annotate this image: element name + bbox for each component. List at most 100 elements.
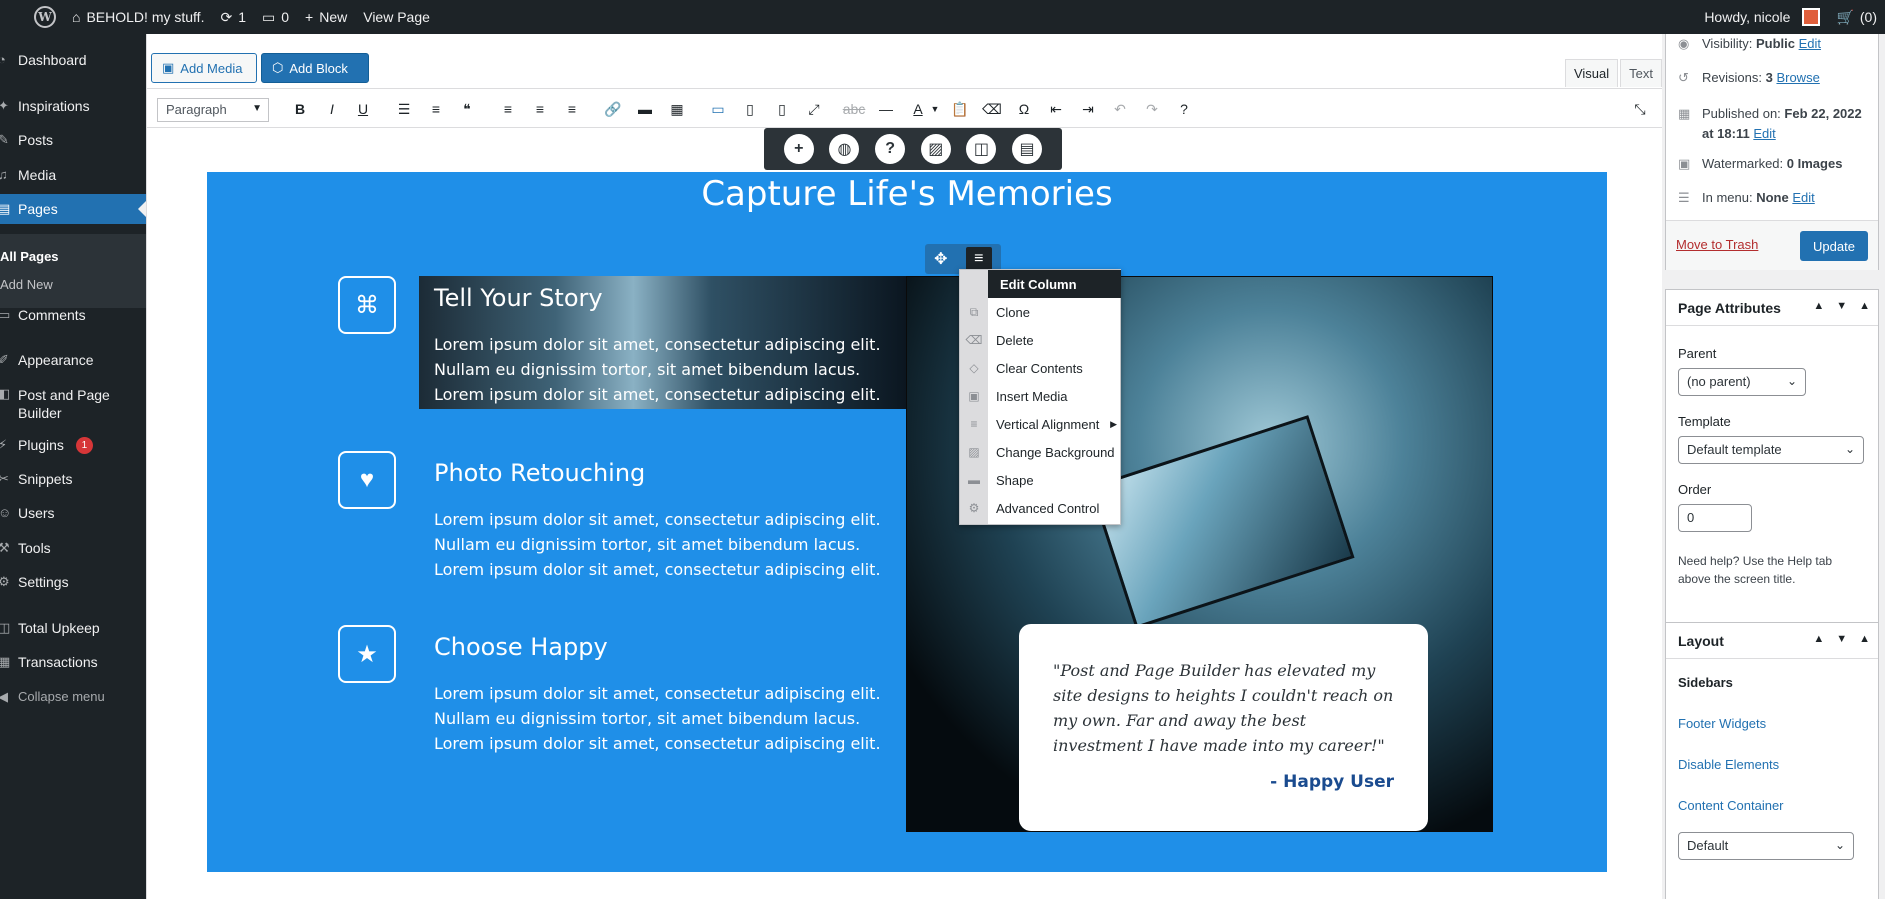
tablet-view-icon[interactable]: ▯ — [739, 98, 761, 120]
move-icon[interactable]: ✥ — [934, 249, 947, 269]
chevron-down-icon[interactable]: ▼ — [1836, 300, 1847, 312]
menu-item-shape[interactable]: Shape — [988, 466, 1121, 494]
paste-text-icon[interactable]: 📋 — [949, 98, 971, 120]
outdent-icon[interactable]: ⇤ — [1045, 98, 1067, 120]
special-character-icon[interactable]: Ω — [1013, 98, 1035, 120]
submenu-add-new[interactable]: Add New — [0, 270, 146, 298]
columns-icon[interactable]: ◫ — [966, 134, 997, 164]
section-title[interactable]: Capture Life's Memories — [207, 174, 1607, 214]
menu-media[interactable]: ♫ Media — [0, 167, 146, 183]
align-left-icon[interactable]: ≡ — [497, 98, 519, 120]
italic-icon[interactable]: I — [321, 98, 343, 120]
menu-item-vertical-alignment[interactable]: Vertical Alignment ▶ — [988, 410, 1121, 438]
align-center-icon[interactable]: ≡ — [529, 98, 551, 120]
testimonial-quote[interactable]: "Post and Page Builder has elevated my s… — [1053, 658, 1394, 758]
menu-tools[interactable]: ⚒ Tools — [0, 540, 146, 556]
clear-formatting-icon[interactable]: ⌫ — [981, 98, 1003, 120]
browse-revisions-link[interactable]: Browse — [1776, 70, 1819, 85]
view-page-link[interactable]: View Page — [355, 0, 438, 34]
add-block-button[interactable]: ⬡ Add Block — [261, 53, 369, 83]
toggle-panel-icon[interactable]: ▲ — [1859, 300, 1870, 312]
format-select[interactable]: Paragraph ▼ — [157, 98, 269, 122]
horizontal-line-icon[interactable]: — — [875, 98, 897, 120]
chevron-down-icon[interactable]: ▼ — [924, 98, 946, 120]
menu-item-clone[interactable]: Clone — [988, 298, 1121, 326]
align-right-icon[interactable]: ≡ — [561, 98, 583, 120]
blockquote-icon[interactable]: ❝ — [456, 98, 478, 120]
tab-text[interactable]: Text — [1620, 59, 1662, 87]
menu-item-insert-media[interactable]: Insert Media — [988, 382, 1121, 410]
menu-users[interactable]: ☺ Users — [0, 505, 146, 521]
comments-link[interactable]: ▭ 0 — [254, 0, 297, 34]
testimonial-author[interactable]: - Happy User — [1053, 772, 1394, 792]
distraction-free-icon[interactable]: ⤡ — [1629, 98, 1651, 120]
edit-date-link[interactable]: Edit — [1753, 126, 1775, 141]
feature-body[interactable]: Lorem ipsum dolor sit amet, consectetur … — [434, 332, 894, 407]
fullscreen-icon[interactable]: ⤢ — [803, 98, 825, 120]
question-icon[interactable]: ? — [875, 134, 906, 164]
menu-plugins[interactable]: ⚡ Plugins 1 — [0, 437, 146, 454]
image-icon[interactable]: ▨ — [920, 134, 951, 164]
help-icon[interactable]: ? — [1173, 98, 1195, 120]
collapse-menu-button[interactable]: ◀ Collapse menu — [0, 689, 146, 705]
update-button[interactable]: Update — [1800, 231, 1868, 261]
feature-title[interactable]: Photo Retouching — [434, 459, 645, 487]
menu-appearance[interactable]: ✐ Appearance — [0, 352, 146, 368]
template-select[interactable]: Default template ⌄ — [1678, 436, 1864, 464]
new-content-link[interactable]: + New — [297, 0, 355, 34]
page-attributes-header[interactable]: Page Attributes ▲ ▼ ▲ — [1666, 290, 1878, 326]
bold-icon[interactable]: B — [289, 98, 311, 120]
disable-elements-link[interactable]: Disable Elements — [1678, 757, 1779, 772]
feature-body[interactable]: Lorem ipsum dolor sit amet, consectetur … — [434, 507, 894, 582]
chevron-up-icon[interactable]: ▲ — [1813, 300, 1824, 312]
move-to-trash-link[interactable]: Move to Trash — [1676, 237, 1758, 252]
feature-title[interactable]: Tell Your Story — [434, 284, 603, 312]
menu-item-clear-contents[interactable]: Clear Contents — [988, 354, 1121, 382]
link-icon[interactable]: 🔗 — [602, 98, 624, 120]
cart-link[interactable]: 🛒 (0) — [1828, 0, 1885, 34]
chevron-down-icon[interactable]: ▼ — [1836, 633, 1847, 645]
edit-visibility-link[interactable]: Edit — [1799, 36, 1821, 51]
footer-widgets-link[interactable]: Footer Widgets — [1678, 716, 1766, 731]
phone-view-icon[interactable]: ▯ — [771, 98, 793, 120]
testimonial-card[interactable]: "Post and Page Builder has elevated my s… — [1019, 624, 1428, 831]
toggle-panel-icon[interactable]: ▲ — [1859, 633, 1870, 645]
feature-body[interactable]: Lorem ipsum dolor sit amet, consectetur … — [434, 681, 894, 756]
add-media-button[interactable]: ▣ Add Media — [151, 53, 257, 83]
content-section[interactable]: Capture Life's Memories ⌘ Tell Your Stor… — [207, 172, 1607, 872]
order-input[interactable]: 0 — [1678, 504, 1752, 532]
chevron-up-icon[interactable]: ▲ — [1813, 633, 1824, 645]
wp-logo-menu[interactable]: W — [0, 0, 64, 34]
globe-icon[interactable]: ◍ — [829, 134, 860, 164]
numbered-list-icon[interactable]: ≡ — [425, 98, 447, 120]
menu-transactions[interactable]: ▦ Transactions — [0, 654, 146, 670]
redo-icon[interactable]: ↷ — [1141, 98, 1163, 120]
plus-icon[interactable]: + — [783, 134, 814, 164]
site-name-link[interactable]: ⌂ BEHOLD! my stuff. — [64, 0, 212, 34]
menu-item-delete[interactable]: Delete — [988, 326, 1121, 354]
layout-header[interactable]: Layout ▲ ▼ ▲ — [1666, 623, 1878, 659]
menu-inspirations[interactable]: ✦ Inspirations — [0, 98, 146, 114]
feature-title[interactable]: Choose Happy — [434, 633, 608, 661]
container-select[interactable]: Default ⌄ — [1678, 832, 1854, 860]
menu-dashboard[interactable]: ◔ Dashboard — [0, 52, 146, 68]
tab-visual[interactable]: Visual — [1564, 59, 1619, 87]
underline-icon[interactable]: U — [352, 98, 374, 120]
edit-menu-link[interactable]: Edit — [1792, 190, 1814, 205]
menu-comments[interactable]: ▭ Comments — [0, 307, 146, 323]
menu-posts[interactable]: ✎ Posts — [0, 132, 146, 148]
menu-snippets[interactable]: ✂ Snippets — [0, 471, 146, 487]
parent-select[interactable]: (no parent) ⌄ — [1678, 368, 1806, 396]
menu-item-advanced-control[interactable]: Advanced Control — [988, 494, 1121, 522]
submenu-all-pages[interactable]: All Pages — [0, 242, 146, 270]
strikethrough-icon[interactable]: abc — [843, 98, 866, 120]
menu-post-page-builder[interactable]: ◧ Post and Page Builder — [0, 386, 146, 422]
content-container-link[interactable]: Content Container — [1678, 798, 1784, 813]
menu-total-upkeep[interactable]: ◫ Total Upkeep — [0, 620, 146, 636]
edit-column-header[interactable]: Edit Column — [988, 270, 1121, 298]
layout-icon[interactable]: ▤ — [1012, 134, 1043, 164]
menu-item-change-background[interactable]: Change Background — [988, 438, 1121, 466]
menu-settings[interactable]: ⚙ Settings — [0, 574, 146, 590]
bullet-list-icon[interactable]: ☰ — [393, 98, 415, 120]
menu-pages[interactable]: ▤ Pages — [0, 194, 146, 224]
